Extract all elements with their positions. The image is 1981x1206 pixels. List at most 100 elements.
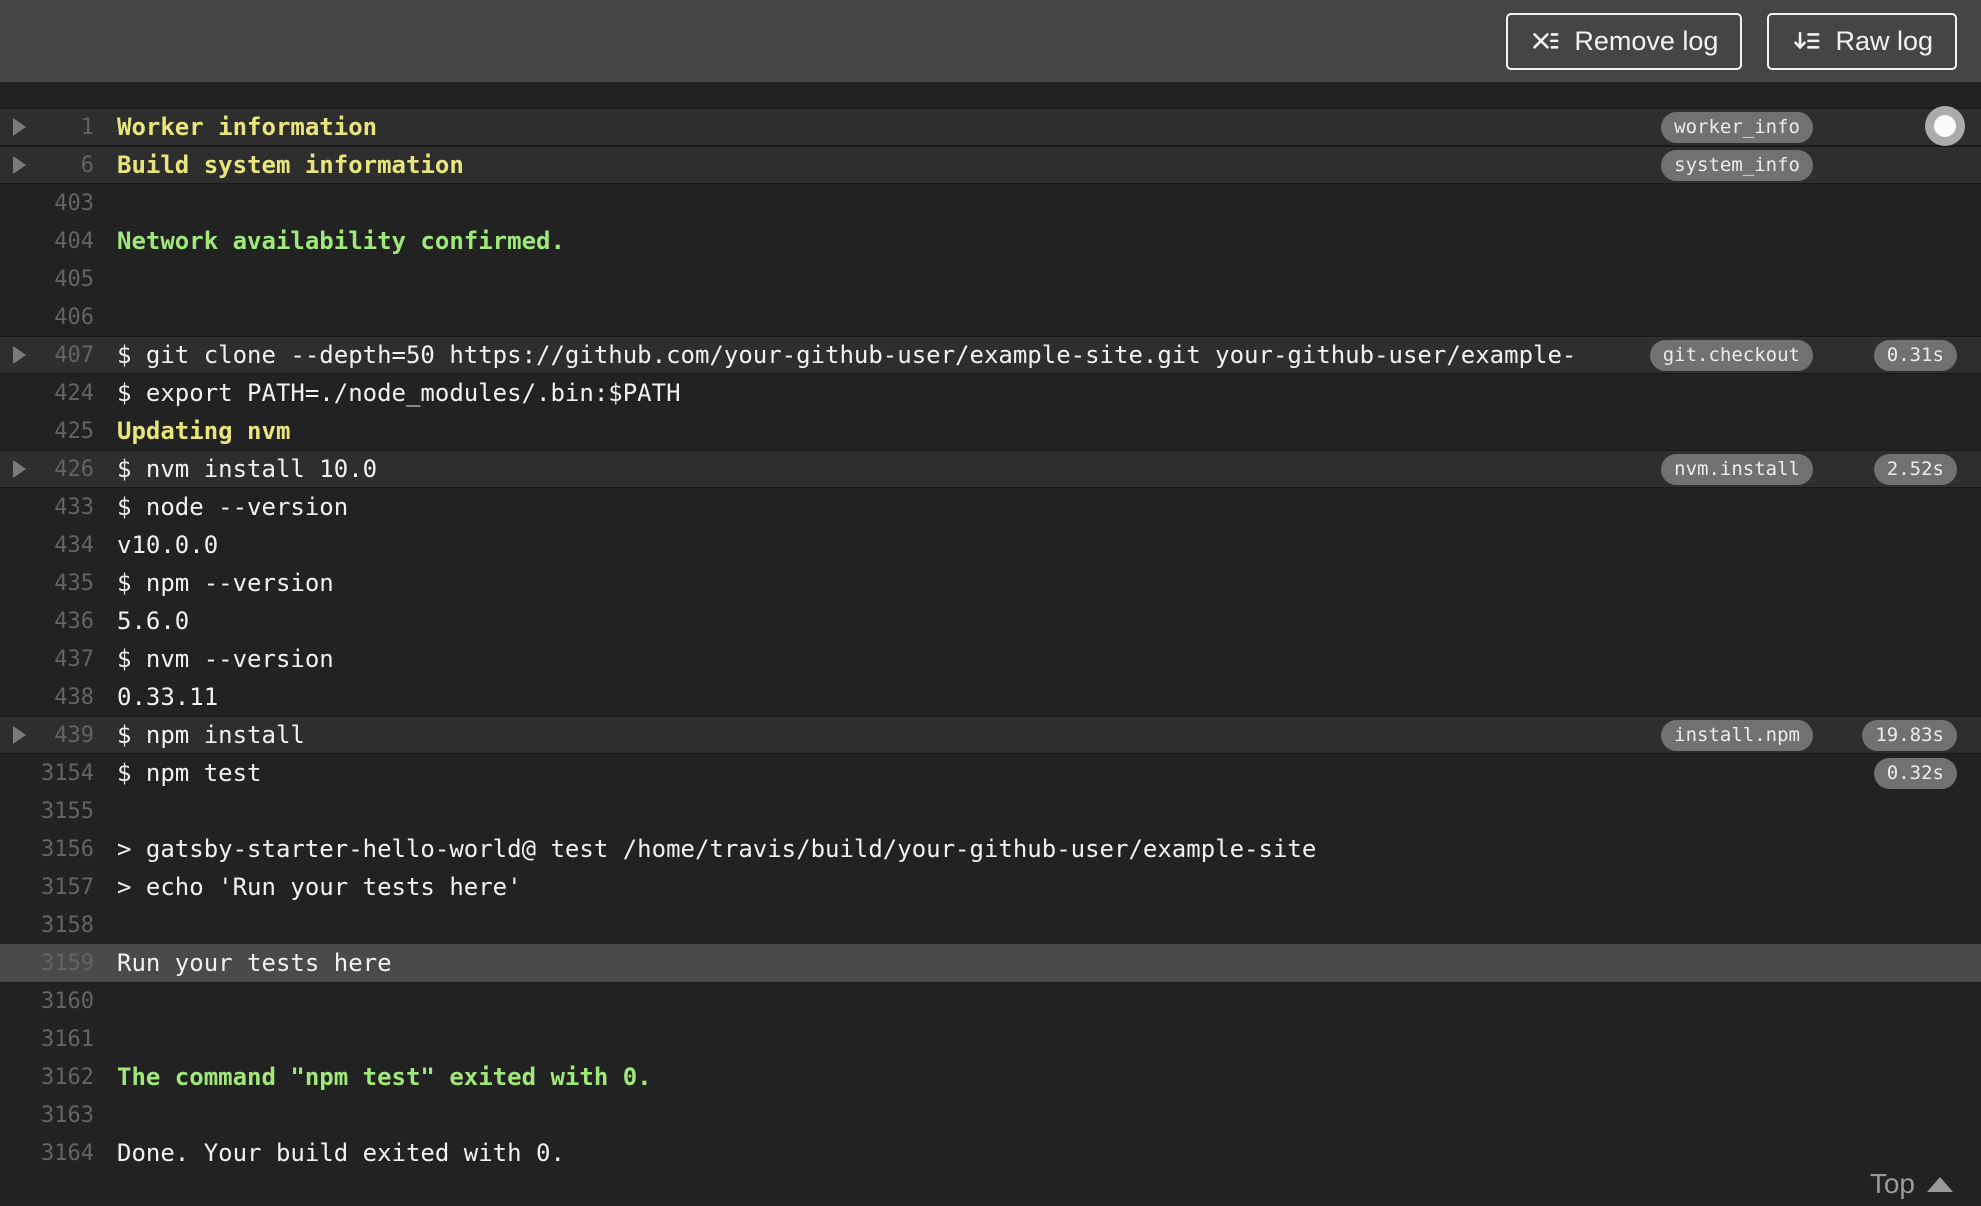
remove-log-icon	[1530, 26, 1561, 57]
log-text: $ nvm --version	[117, 645, 334, 673]
log-row: 6 Build system information system_info	[0, 146, 1981, 184]
fold-toggle[interactable]	[0, 118, 36, 136]
log-text: $ git clone --depth=50 https://github.co…	[117, 341, 1577, 369]
line-number[interactable]: 3159	[36, 951, 94, 976]
log-text: $ npm install	[117, 721, 305, 749]
line-number[interactable]: 3160	[36, 989, 94, 1014]
line-number[interactable]: 407	[36, 343, 94, 368]
remove-log-button[interactable]: Remove log	[1506, 12, 1743, 70]
log-row: 436 5.6.0	[0, 602, 1981, 640]
log-row: 3162 The command "npm test" exited with 0…	[0, 1058, 1981, 1096]
triangle-right-icon	[13, 346, 26, 364]
log-row: 404 Network availability confirmed.	[0, 222, 1981, 260]
fold-name-slot: system_info	[1649, 149, 1813, 181]
fold-toggle[interactable]	[0, 460, 36, 478]
line-number[interactable]: 433	[36, 495, 94, 520]
fold-name-slot: git.checkout	[1649, 339, 1813, 371]
log-row: 405	[0, 260, 1981, 298]
line-number[interactable]: 437	[36, 647, 94, 672]
fold-toggle[interactable]	[0, 156, 36, 174]
log-text: v10.0.0	[117, 531, 219, 559]
line-number[interactable]: 436	[36, 609, 94, 634]
scroll-indicator[interactable]	[1925, 106, 1965, 146]
build-log: 1 Worker information worker_info 6 Build sys…	[0, 82, 1981, 1172]
line-number[interactable]: 6	[36, 153, 94, 178]
log-row: 438 0.33.11	[0, 678, 1981, 716]
log-row: 425 Updating nvm	[0, 412, 1981, 450]
log-row: 3156 > gatsby-starter-hello-world@ test /…	[0, 830, 1981, 868]
fold-toggle[interactable]	[0, 726, 36, 744]
line-number[interactable]: 406	[36, 305, 94, 330]
log-text: Done. Your build exited with 0.	[117, 1139, 565, 1167]
line-number[interactable]: 405	[36, 267, 94, 292]
fold-name-badge: install.npm	[1661, 719, 1813, 751]
fold-name-badge: git.checkout	[1649, 339, 1813, 371]
line-number[interactable]: 3154	[36, 761, 94, 786]
log-row: 434 v10.0.0	[0, 526, 1981, 564]
log-text: 0.33.11	[117, 683, 219, 711]
log-row: 1 Worker information worker_info	[0, 108, 1981, 146]
log-text: Run your tests here	[117, 949, 392, 977]
fold-toggle[interactable]	[0, 346, 36, 364]
line-number[interactable]: 3155	[36, 799, 94, 824]
log-text: Worker information	[117, 113, 378, 141]
log-text: 5.6.0	[117, 607, 190, 635]
line-number[interactable]: 434	[36, 533, 94, 558]
log-text: > echo 'Run your tests here'	[117, 873, 522, 901]
line-number[interactable]: 3163	[36, 1103, 94, 1128]
remove-log-label: Remove log	[1574, 25, 1719, 56]
log-text: > gatsby-starter-hello-world@ test /home…	[117, 835, 1317, 863]
duration-badge: 2.52s	[1873, 453, 1957, 485]
line-number[interactable]: 425	[36, 419, 94, 444]
duration-badge: 0.32s	[1873, 757, 1957, 789]
log-row: 3164 Done. Your build exited with 0.	[0, 1134, 1981, 1172]
row-badges: git.checkout 0.31s	[1649, 339, 1981, 371]
log-text: Network availability confirmed.	[117, 227, 565, 255]
line-number[interactable]: 426	[36, 457, 94, 482]
duration-slot: 0.31s	[1857, 339, 1957, 371]
line-number[interactable]: 424	[36, 381, 94, 406]
log-text: Build system information	[117, 151, 464, 179]
log-row: 3155	[0, 792, 1981, 830]
log-row: 437 $ nvm --version	[0, 640, 1981, 678]
line-number[interactable]: 3164	[36, 1141, 94, 1166]
line-number[interactable]: 3157	[36, 875, 94, 900]
top-label: Top	[1869, 1168, 1915, 1199]
log-row: 439 $ npm install install.npm 19.83s	[0, 716, 1981, 754]
line-number[interactable]: 3156	[36, 837, 94, 862]
back-to-top-link[interactable]: Top	[1870, 1168, 1953, 1200]
duration-badge: 0.31s	[1873, 339, 1957, 371]
raw-log-button[interactable]: Raw log	[1767, 12, 1957, 70]
log-row: 407 $ git clone --depth=50 https://github…	[0, 336, 1981, 374]
line-number[interactable]: 435	[36, 571, 94, 596]
log-row: 3160	[0, 982, 1981, 1020]
line-number[interactable]: 404	[36, 229, 94, 254]
triangle-right-icon	[13, 156, 26, 174]
duration-slot: 0.32s	[1857, 757, 1957, 789]
duration-slot: 19.83s	[1857, 719, 1957, 751]
fold-name-slot: install.npm	[1649, 719, 1813, 751]
log-row: 406	[0, 298, 1981, 336]
line-number[interactable]: 3161	[36, 1027, 94, 1052]
line-number[interactable]: 403	[36, 191, 94, 216]
row-badges: nvm.install 2.52s	[1649, 453, 1981, 485]
line-number[interactable]: 438	[36, 685, 94, 710]
line-number[interactable]: 3158	[36, 913, 94, 938]
log-row: 403	[0, 184, 1981, 222]
triangle-right-icon	[13, 460, 26, 478]
log-toolbar: Remove log Raw log	[0, 0, 1981, 82]
log-row: 3154 $ npm test 0.32s	[0, 754, 1981, 792]
line-number[interactable]: 3162	[36, 1065, 94, 1090]
log-row: 3157 > echo 'Run your tests here'	[0, 868, 1981, 906]
log-row: 435 $ npm --version	[0, 564, 1981, 602]
log-row: 433 $ node --version	[0, 488, 1981, 526]
line-number[interactable]: 1	[36, 115, 94, 140]
triangle-right-icon	[13, 726, 26, 744]
log-row: 3158	[0, 906, 1981, 944]
log-text: $ npm --version	[117, 569, 334, 597]
triangle-right-icon	[13, 118, 26, 136]
arrow-up-icon	[1927, 1176, 1953, 1192]
log-row: 426 $ nvm install 10.0 nvm.install 2.52s	[0, 450, 1981, 488]
raw-log-label: Raw log	[1835, 25, 1933, 56]
line-number[interactable]: 439	[36, 723, 94, 748]
